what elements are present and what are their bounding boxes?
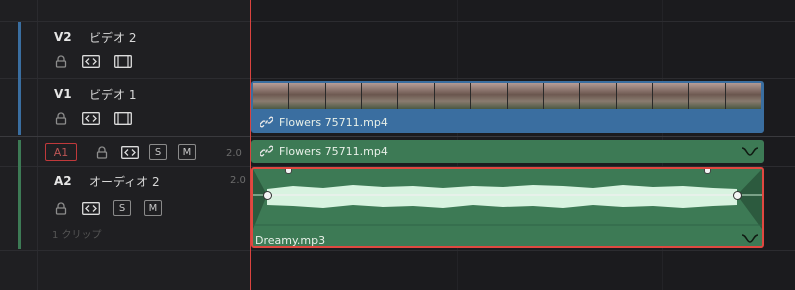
timeline-area[interactable]: Flowers 75711.mp4 Flowers 75711.mp4 Drea… [250, 0, 795, 290]
clip-thumbnail [689, 83, 726, 109]
lock-icon[interactable] [54, 201, 68, 215]
row-divider [0, 136, 250, 137]
clip-name-v1: Flowers 75711.mp4 [279, 116, 388, 129]
track-name-a2[interactable]: オーディオ 2 [89, 173, 160, 190]
row-divider [250, 136, 795, 137]
lock-icon[interactable] [54, 111, 68, 125]
fade-curve-icon[interactable] [740, 231, 760, 245]
playhead[interactable] [250, 0, 251, 290]
clip-thumbnail [543, 83, 581, 109]
clip-thumbnails [253, 83, 762, 109]
audio-clip-a2[interactable]: Dreamy.mp3 [251, 167, 764, 248]
solo-button-a1[interactable]: S [149, 144, 167, 160]
row-divider [0, 78, 250, 79]
lock-icon[interactable] [54, 54, 68, 68]
clip-thumbnail [725, 83, 762, 109]
track-label-v1: V1 [54, 87, 72, 101]
track-label-a2: A2 [54, 174, 72, 188]
track-name-v2[interactable]: ビデオ 2 [89, 29, 136, 46]
row-divider [250, 78, 795, 79]
clip-thumbnail [289, 83, 326, 109]
video-track-color-strip [18, 22, 21, 135]
clip-thumbnail [253, 83, 290, 109]
track-label-a1[interactable]: A1 [45, 143, 77, 161]
clip-thumbnail [616, 83, 653, 109]
fade-curve-icon[interactable] [740, 144, 760, 158]
row-divider [0, 166, 250, 167]
video-clip-v1[interactable]: Flowers 75711.mp4 [251, 81, 764, 133]
clip-thumbnail [362, 83, 399, 109]
clip-count-a2: 1 クリップ [52, 230, 102, 241]
solo-button-a2[interactable]: S [113, 200, 131, 216]
link-icon [259, 145, 273, 157]
fade-out-handle[interactable] [704, 169, 711, 174]
clip-thumbnail [398, 83, 435, 109]
disable-video-track-icon[interactable] [113, 54, 133, 68]
disable-video-track-icon[interactable] [113, 111, 133, 125]
audio-waveform [253, 169, 762, 229]
mute-button-a2[interactable]: M [144, 200, 162, 216]
link-icon [259, 116, 273, 128]
track-level-a1: 2.0 [226, 148, 242, 159]
clip-thumbnail [580, 83, 617, 109]
row-divider [250, 21, 795, 22]
auto-track-select-icon[interactable] [81, 201, 101, 215]
auto-track-select-icon[interactable] [81, 111, 101, 125]
mute-button-a1[interactable]: M [178, 144, 196, 160]
lock-icon[interactable] [95, 145, 109, 159]
clip-thumbnail [325, 83, 363, 109]
row-divider [250, 250, 795, 251]
clip-thumbnail [507, 83, 544, 109]
audio-track-color-strip [18, 140, 21, 249]
clip-name-a1: Flowers 75711.mp4 [279, 145, 388, 158]
clip-name-a2: Dreamy.mp3 [255, 234, 326, 247]
clip-thumbnail [434, 83, 472, 109]
track-name-v1[interactable]: ビデオ 1 [89, 86, 136, 103]
audio-clip-a1[interactable]: Flowers 75711.mp4 [251, 140, 764, 163]
header-column-divider [37, 0, 38, 290]
clip-thumbnail [471, 83, 508, 109]
track-header-panel: V2 ビデオ 2 V1 ビデオ 1 A1 S M 2.0 A2 オーディオ 2 … [0, 0, 250, 290]
track-label-v2: V2 [54, 30, 72, 44]
row-divider [0, 250, 250, 251]
keyframe-point[interactable] [263, 191, 272, 200]
auto-track-select-icon[interactable] [120, 145, 140, 159]
clip-thumbnail [652, 83, 690, 109]
row-divider [0, 21, 250, 22]
keyframe-point[interactable] [733, 191, 742, 200]
auto-track-select-icon[interactable] [81, 54, 101, 68]
track-level-a2: 2.0 [230, 175, 246, 186]
fade-in-handle[interactable] [285, 169, 292, 174]
